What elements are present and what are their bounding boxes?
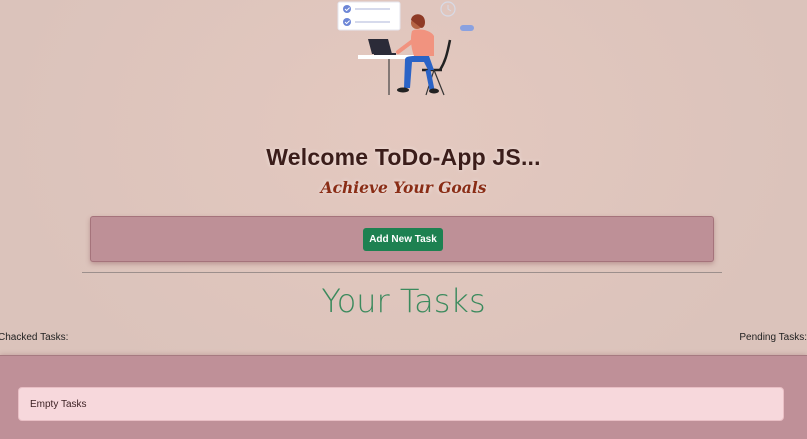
pending-tasks-label: Pending Tasks: — [739, 332, 807, 343]
your-tasks-heading: Your Tasks — [321, 282, 486, 320]
empty-tasks-card: Empty Tasks — [18, 387, 784, 421]
page-subtitle: Achieve Your Goals — [320, 178, 487, 197]
checked-tasks-label: Chacked Tasks: — [0, 332, 69, 343]
add-task-panel: Add New Task — [90, 216, 714, 262]
task-list-panel: Empty Tasks — [0, 355, 807, 439]
page-title: Welcome ToDo-App JS... — [266, 144, 541, 170]
add-new-task-button[interactable]: Add New Task — [363, 228, 443, 251]
hero-illustration — [337, 1, 474, 96]
section-divider — [82, 272, 722, 273]
empty-tasks-message: Empty Tasks — [30, 399, 87, 410]
